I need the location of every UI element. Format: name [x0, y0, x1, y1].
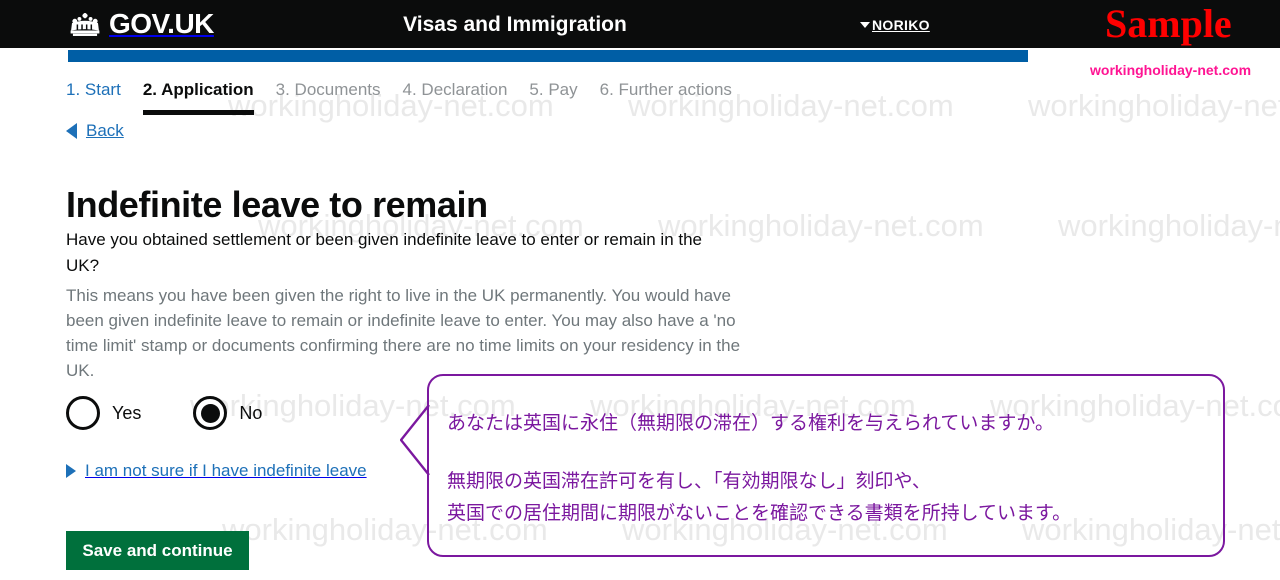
back-link[interactable]: Back	[66, 121, 124, 141]
arrow-left-icon	[66, 123, 77, 139]
details-expander-label: I am not sure if I have indefinite leave	[85, 461, 367, 480]
callout-line-2: 無期限の英国滞在許可を有し、「有効期限なし」刻印や、	[447, 471, 931, 492]
save-and-continue-button[interactable]: Save and continue	[66, 531, 249, 570]
callout-tail-icon	[400, 404, 430, 476]
hint-text: This means you have been given the right…	[66, 286, 741, 380]
radio-option-no[interactable]: No	[193, 396, 262, 430]
radio-label-no: No	[239, 402, 263, 423]
step-2-application[interactable]: 2. Application	[142, 80, 254, 115]
radio-label-yes: Yes	[112, 402, 142, 423]
site-header: GOV.UK Visas and Immigration NORIKO Samp…	[0, 0, 1280, 48]
step-4-declaration[interactable]: 4. Declaration	[403, 80, 508, 110]
callout-body: あなたは英国に永住（無期限の滞在）する権利を与えられていますか。 無期限の英国滞…	[447, 408, 1207, 530]
page-title: Indefinite leave to remain	[66, 184, 488, 226]
radio-option-yes[interactable]: Yes	[66, 396, 141, 430]
back-link-label: Back	[86, 121, 124, 140]
chevron-down-icon	[860, 22, 870, 28]
step-3-documents[interactable]: 3. Documents	[276, 80, 381, 110]
question-text: Have you obtained settlement or been giv…	[66, 230, 703, 275]
triangle-right-icon	[66, 464, 76, 478]
radio-group: Yes No	[66, 396, 314, 430]
watermark-text: workingholiday-net.com	[1058, 208, 1280, 243]
step-navigation: 1. Start 2. Application 3. Documents 4. …	[66, 80, 754, 115]
account-name: NORIKO	[872, 17, 930, 33]
callout-line-3: 英国での居住期間に期限がないことを確認できる書類を所持しています。	[447, 503, 1072, 524]
step-1-start[interactable]: 1. Start	[66, 80, 121, 110]
progress-bar	[68, 50, 1028, 62]
sample-stamp: Sample	[1105, 1, 1232, 46]
details-expander[interactable]: I am not sure if I have indefinite leave	[66, 461, 367, 481]
step-5-pay[interactable]: 5. Pay	[529, 80, 577, 110]
watermark-text: workingholiday-net.com	[1028, 88, 1280, 123]
step-6-further-actions[interactable]: 6. Further actions	[600, 80, 732, 110]
site-url-label: workingholiday-net.com	[1090, 62, 1252, 78]
translation-callout: あなたは英国に永住（無期限の滞在）する権利を与えられていますか。 無期限の英国滞…	[400, 374, 1225, 557]
radio-circle-yes[interactable]	[66, 396, 100, 430]
radio-circle-no[interactable]	[193, 396, 228, 430]
account-menu[interactable]: NORIKO	[860, 17, 930, 33]
callout-line-1: あなたは英国に永住（無期限の滞在）する権利を与えられていますか。	[447, 413, 1055, 434]
